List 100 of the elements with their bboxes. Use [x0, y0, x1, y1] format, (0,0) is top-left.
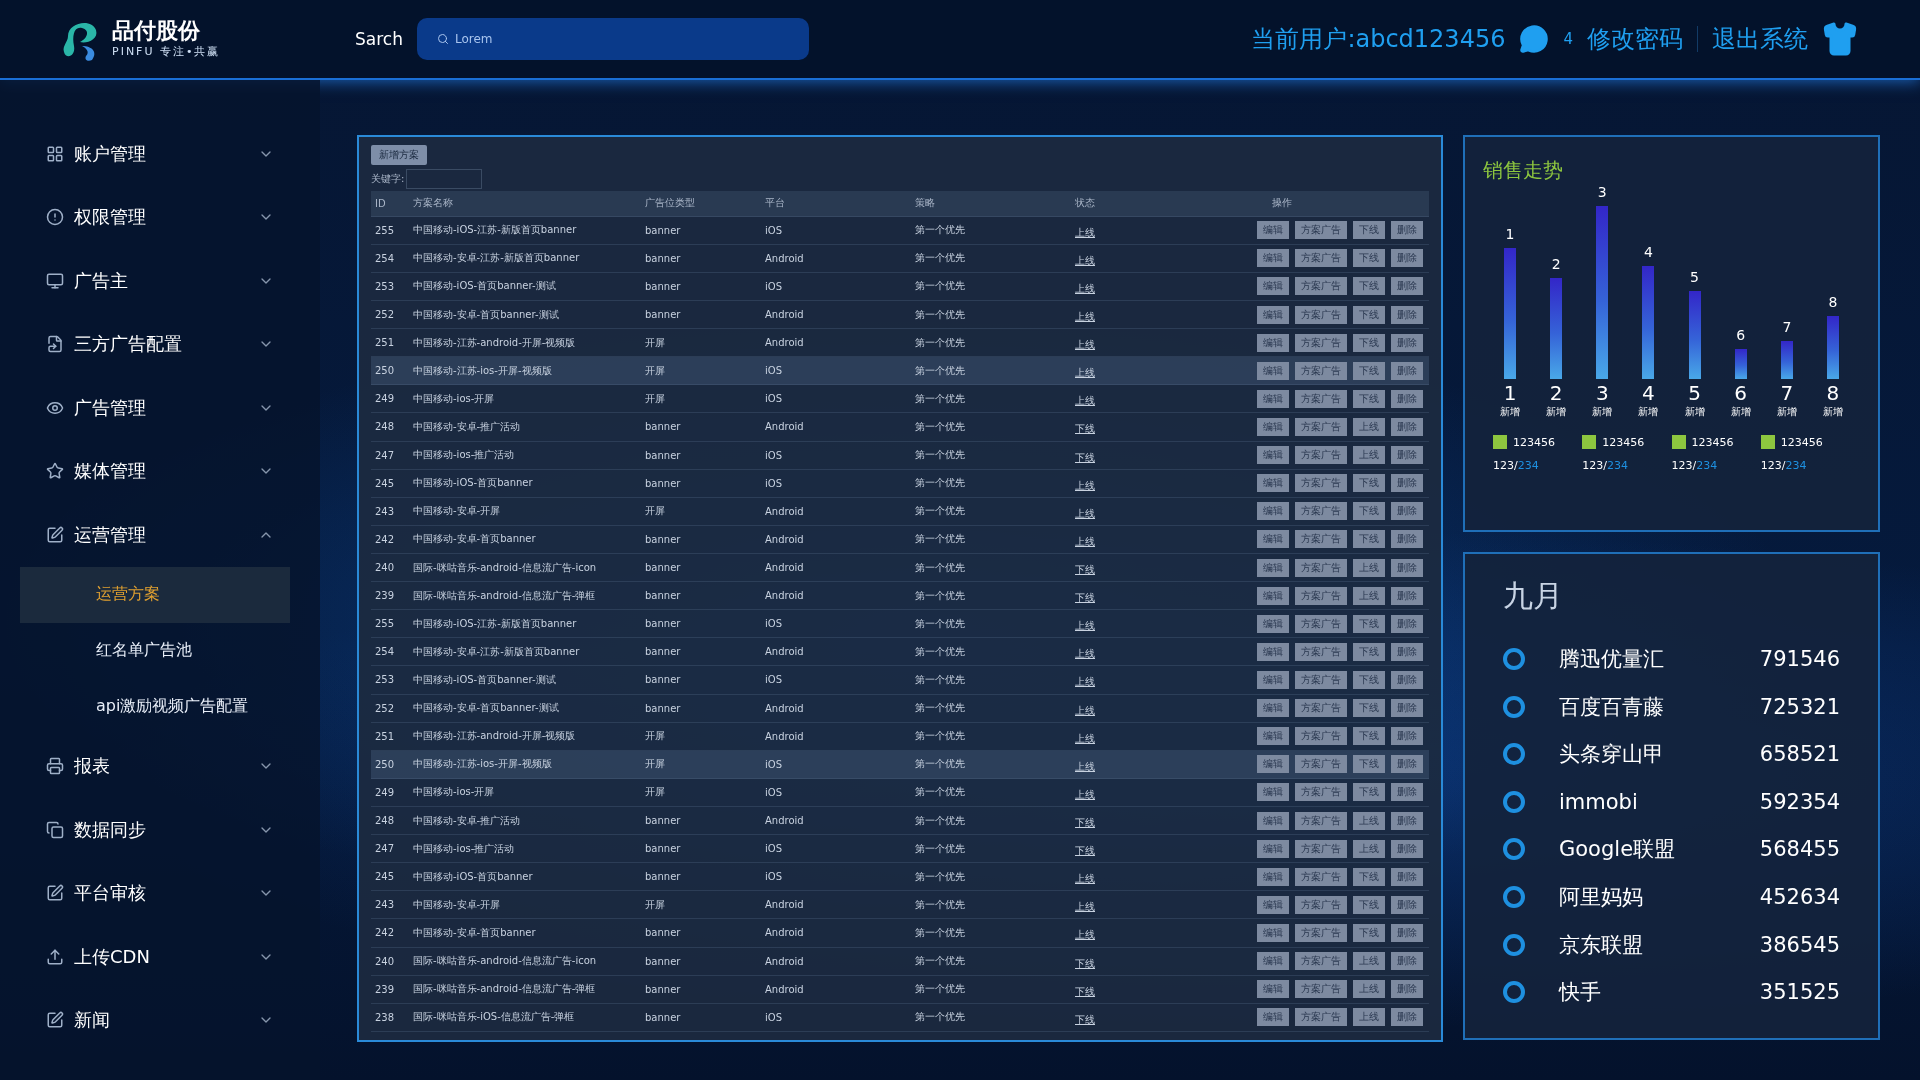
row-action-button[interactable]: 编辑 [1257, 333, 1289, 352]
status-link[interactable]: 下线 [1075, 845, 1095, 857]
row-action-button[interactable]: 下线 [1353, 277, 1385, 296]
status-link[interactable]: 上线 [1075, 311, 1095, 323]
row-action-button[interactable]: 方案广告 [1295, 783, 1347, 802]
sidebar-subitem[interactable]: 红名单广告池 [20, 622, 290, 679]
row-action-button[interactable]: 删除 [1391, 642, 1423, 661]
row-action-button[interactable]: 下线 [1353, 474, 1385, 493]
row-action-button[interactable]: 下线 [1353, 305, 1385, 324]
status-link[interactable]: 下线 [1075, 957, 1095, 969]
row-action-button[interactable]: 编辑 [1257, 446, 1289, 465]
row-action-button[interactable]: 编辑 [1257, 558, 1289, 577]
sidebar-item[interactable]: 运营管理 [0, 503, 320, 567]
row-action-button[interactable]: 编辑 [1257, 727, 1289, 746]
row-action-button[interactable]: 编辑 [1257, 1008, 1289, 1027]
row-action-button[interactable]: 方案广告 [1295, 446, 1347, 465]
row-action-button[interactable]: 编辑 [1257, 923, 1289, 942]
row-action-button[interactable]: 编辑 [1257, 474, 1289, 493]
row-action-button[interactable]: 下线 [1353, 923, 1385, 942]
row-action-button[interactable]: 编辑 [1257, 699, 1289, 718]
status-link[interactable]: 下线 [1075, 817, 1095, 828]
status-link[interactable]: 上线 [1075, 732, 1095, 744]
row-action-button[interactable]: 方案广告 [1295, 502, 1347, 521]
row-action-button[interactable]: 删除 [1391, 727, 1423, 746]
row-action-button[interactable]: 编辑 [1257, 417, 1289, 436]
status-link[interactable]: 上线 [1075, 226, 1095, 238]
status-link[interactable]: 上线 [1075, 620, 1095, 632]
status-link[interactable]: 上线 [1075, 254, 1095, 266]
row-action-button[interactable]: 编辑 [1257, 305, 1289, 324]
row-action-button[interactable]: 下线 [1353, 783, 1385, 802]
status-link[interactable]: 上线 [1075, 873, 1095, 885]
row-action-button[interactable]: 删除 [1391, 502, 1423, 521]
row-action-button[interactable]: 删除 [1391, 614, 1423, 633]
status-link[interactable]: 下线 [1075, 423, 1095, 435]
row-action-button[interactable]: 下线 [1353, 755, 1385, 774]
row-action-button[interactable]: 方案广告 [1295, 249, 1347, 268]
row-action-button[interactable]: 方案广告 [1295, 361, 1347, 380]
row-action-button[interactable]: 方案广告 [1295, 221, 1347, 240]
status-link[interactable]: 上线 [1075, 339, 1095, 351]
row-action-button[interactable]: 方案广告 [1295, 277, 1347, 296]
row-action-button[interactable]: 下线 [1353, 670, 1385, 689]
status-link[interactable]: 下线 [1075, 985, 1095, 997]
row-action-button[interactable]: 编辑 [1257, 839, 1289, 858]
sidebar-item[interactable]: 账户管理 [0, 122, 320, 186]
row-action-button[interactable]: 编辑 [1257, 530, 1289, 549]
change-password-link[interactable]: 修改密码 [1587, 23, 1683, 55]
sidebar-item[interactable]: 媒体管理 [0, 439, 320, 503]
row-action-button[interactable]: 下线 [1353, 333, 1385, 352]
row-action-button[interactable]: 方案广告 [1295, 474, 1347, 493]
row-action-button[interactable]: 删除 [1391, 699, 1423, 718]
status-link[interactable]: 下线 [1075, 592, 1095, 604]
row-action-button[interactable]: 下线 [1353, 614, 1385, 633]
row-action-button[interactable]: 编辑 [1257, 980, 1289, 999]
shirt-icon[interactable] [1822, 21, 1858, 57]
row-action-button[interactable]: 方案广告 [1295, 811, 1347, 830]
row-action-button[interactable]: 删除 [1391, 389, 1423, 408]
sidebar-item[interactable]: 广告主 [0, 249, 320, 313]
status-link[interactable]: 上线 [1075, 479, 1095, 491]
row-action-button[interactable]: 编辑 [1257, 249, 1289, 268]
sidebar-item[interactable]: 新闻 [0, 988, 320, 1052]
row-action-button[interactable]: 下线 [1353, 530, 1385, 549]
row-action-button[interactable]: 删除 [1391, 811, 1423, 830]
row-action-button[interactable]: 方案广告 [1295, 305, 1347, 324]
row-action-button[interactable]: 编辑 [1257, 361, 1289, 380]
status-link[interactable]: 上线 [1075, 395, 1095, 407]
row-action-button[interactable]: 编辑 [1257, 586, 1289, 605]
row-action-button[interactable]: 删除 [1391, 417, 1423, 436]
row-action-button[interactable]: 编辑 [1257, 221, 1289, 240]
row-action-button[interactable]: 下线 [1353, 249, 1385, 268]
row-action-button[interactable]: 编辑 [1257, 502, 1289, 521]
row-action-button[interactable]: 编辑 [1257, 277, 1289, 296]
row-action-button[interactable]: 删除 [1391, 1008, 1423, 1027]
logout-link[interactable]: 退出系统 [1712, 23, 1808, 55]
status-link[interactable]: 上线 [1075, 676, 1095, 688]
row-action-button[interactable]: 编辑 [1257, 952, 1289, 971]
sidebar-item[interactable]: 上传CDN [0, 925, 320, 989]
status-link[interactable]: 下线 [1075, 1013, 1095, 1025]
row-action-button[interactable]: 删除 [1391, 980, 1423, 999]
row-action-button[interactable]: 方案广告 [1295, 923, 1347, 942]
row-action-button[interactable]: 方案广告 [1295, 755, 1347, 774]
add-plan-button[interactable]: 新增方案 [371, 145, 427, 165]
row-action-button[interactable]: 方案广告 [1295, 699, 1347, 718]
row-action-button[interactable]: 编辑 [1257, 389, 1289, 408]
row-action-button[interactable]: 方案广告 [1295, 895, 1347, 914]
row-action-button[interactable]: 删除 [1391, 783, 1423, 802]
row-action-button[interactable]: 方案广告 [1295, 839, 1347, 858]
sidebar-item[interactable]: 平台审核 [0, 861, 320, 925]
row-action-button[interactable]: 删除 [1391, 586, 1423, 605]
row-action-button[interactable]: 方案广告 [1295, 670, 1347, 689]
row-action-button[interactable]: 删除 [1391, 530, 1423, 549]
sidebar-item[interactable]: 三方广告配置 [0, 312, 320, 376]
row-action-button[interactable]: 编辑 [1257, 642, 1289, 661]
row-action-button[interactable]: 删除 [1391, 446, 1423, 465]
row-action-button[interactable]: 删除 [1391, 755, 1423, 774]
sidebar-subitem[interactable]: api激励视频广告配置 [20, 678, 290, 735]
status-link[interactable]: 上线 [1075, 929, 1095, 941]
row-action-button[interactable]: 下线 [1353, 389, 1385, 408]
row-action-button[interactable]: 删除 [1391, 474, 1423, 493]
filter-input[interactable] [406, 169, 483, 189]
status-link[interactable]: 上线 [1075, 760, 1095, 772]
